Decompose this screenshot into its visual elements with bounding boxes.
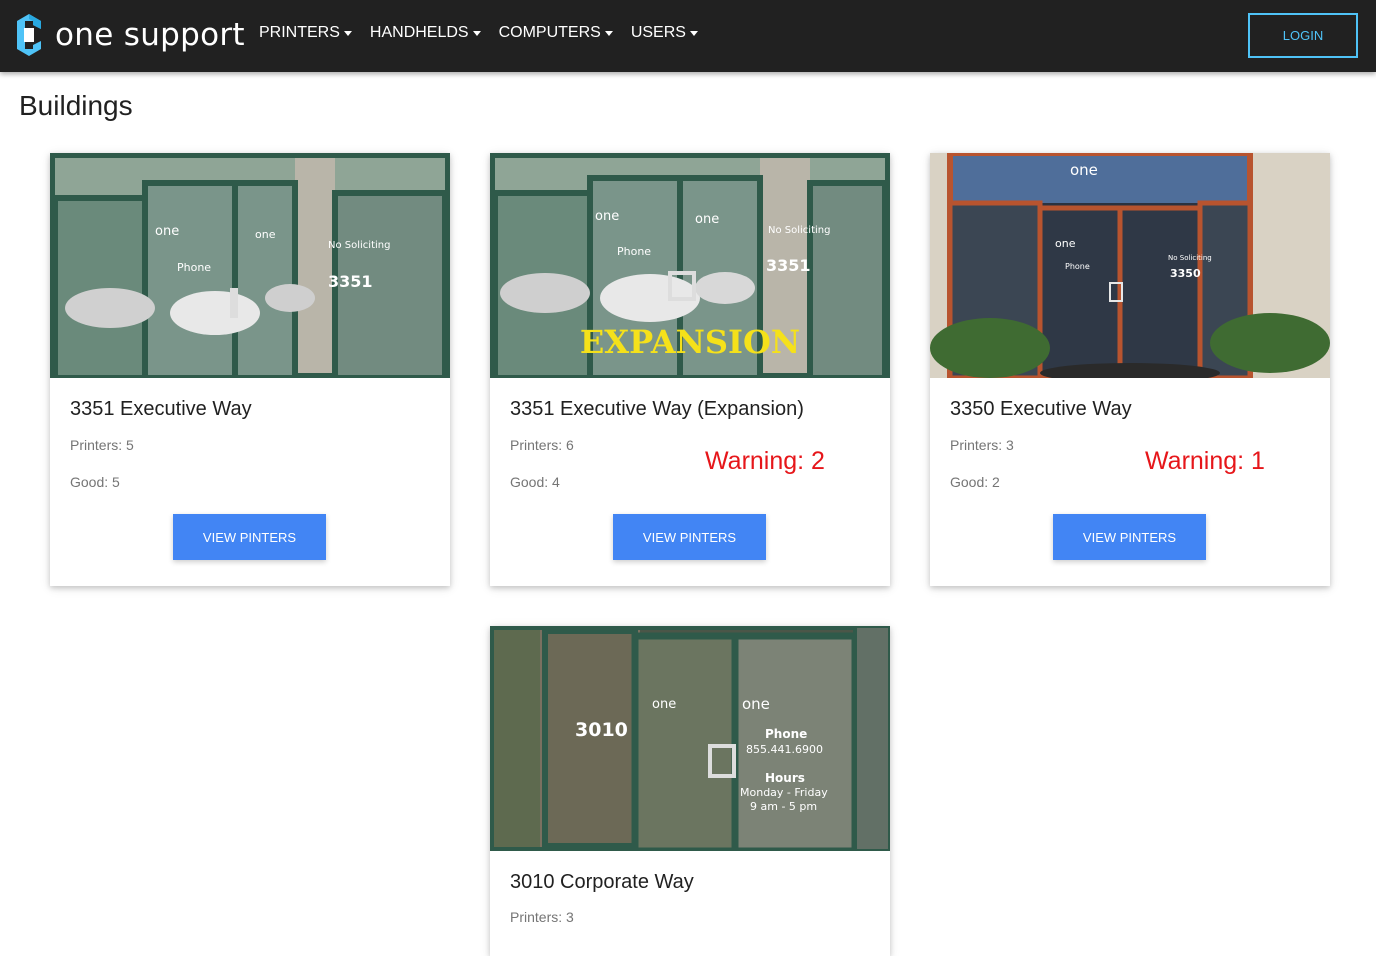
nav-handhelds-dropdown[interactable]: HANDHELDS bbox=[370, 24, 481, 42]
building-photo: 3010 one one Phone 855.441.6900 Hours Mo… bbox=[490, 626, 890, 851]
warning-count: Warning: 2 bbox=[705, 447, 825, 475]
building-photo: one one Phone No Soliciting 3350 bbox=[930, 153, 1330, 378]
photo-logo-text: one bbox=[742, 695, 770, 713]
nav-printers-label: PRINTERS bbox=[259, 24, 340, 41]
building-card: 3010 one one Phone 855.441.6900 Hours Mo… bbox=[490, 626, 890, 956]
nav-handhelds-label: HANDHELDS bbox=[369, 24, 469, 41]
photo-number-text: 3351 bbox=[766, 256, 811, 275]
photo-hours-time-text: 9 am - 5 pm bbox=[750, 800, 817, 813]
view-printers-button[interactable]: VIEW PINTERS bbox=[613, 514, 766, 560]
photo-logo-text: one bbox=[1055, 237, 1076, 250]
photo-number-text: 3010 bbox=[575, 719, 628, 741]
top-navbar: one support PRINTERS HANDHELDS COMPUTERS… bbox=[0, 0, 1376, 72]
photo-phone-text: Phone bbox=[1065, 262, 1090, 271]
photo-logo-text: one bbox=[695, 212, 719, 227]
photo-phone-text: Phone bbox=[177, 261, 211, 274]
warning-count: Warning: 1 bbox=[1145, 447, 1265, 475]
photo-phone-text: Phone bbox=[765, 727, 807, 741]
caret-down-icon bbox=[472, 30, 481, 36]
building-card: one one Phone No Soliciting 3351 3351 Ex… bbox=[50, 153, 450, 586]
good-count: Good: 2 bbox=[950, 474, 1000, 490]
printers-count: Printers: 3 bbox=[510, 909, 574, 925]
caret-down-icon bbox=[689, 30, 698, 36]
printers-count: Printers: 6 bbox=[510, 437, 574, 453]
building-photo: one one Phone No Soliciting 3351 bbox=[50, 153, 450, 378]
nav-users-dropdown[interactable]: USERS bbox=[631, 24, 698, 42]
brand-logo[interactable]: one support bbox=[16, 12, 245, 58]
photo-logo-text: one bbox=[155, 224, 179, 239]
photo-logo-text: one bbox=[595, 209, 619, 224]
nav-users-label: USERS bbox=[630, 24, 686, 41]
printers-count: Printers: 5 bbox=[70, 437, 134, 453]
printers-count: Printers: 3 bbox=[950, 437, 1014, 453]
photo-logo-text: one bbox=[652, 697, 676, 712]
photo-phone-text: Phone bbox=[617, 245, 651, 258]
photo-overlay-text: EXPANSION bbox=[580, 323, 800, 361]
view-printers-button[interactable]: VIEW PINTERS bbox=[173, 514, 326, 560]
brand-icon bbox=[17, 14, 41, 56]
good-count: Good: 5 bbox=[70, 474, 120, 490]
photo-number-text: 3351 bbox=[328, 272, 373, 291]
building-name: 3010 Corporate Way bbox=[510, 871, 694, 893]
page-title: Buildings bbox=[19, 90, 133, 121]
photo-sign-text: No Soliciting bbox=[1168, 254, 1212, 262]
nav-computers-label: COMPUTERS bbox=[498, 24, 601, 41]
photo-sign-text: No Soliciting bbox=[768, 225, 830, 236]
nav-computers-dropdown[interactable]: COMPUTERS bbox=[499, 24, 613, 42]
photo-hours-text: Hours bbox=[765, 771, 805, 785]
building-card: one one Phone No Soliciting 3350 3350 Ex… bbox=[930, 153, 1330, 586]
photo-logo-text: one bbox=[255, 228, 276, 241]
good-count: Good: 4 bbox=[510, 474, 560, 490]
caret-down-icon bbox=[604, 30, 613, 36]
view-printers-button[interactable]: VIEW PINTERS bbox=[1053, 514, 1206, 560]
photo-phone-number-text: 855.441.6900 bbox=[746, 743, 823, 756]
main-nav: PRINTERS HANDHELDS COMPUTERS USERS bbox=[259, 24, 716, 42]
photo-hours-days-text: Monday - Friday bbox=[740, 786, 828, 799]
login-button[interactable]: LOGIN bbox=[1248, 13, 1358, 58]
building-name: 3351 Executive Way bbox=[70, 398, 252, 420]
building-photo: one one Phone No Soliciting 3351 EXPANSI… bbox=[490, 153, 890, 378]
photo-logo-text: one bbox=[1070, 161, 1098, 179]
caret-down-icon bbox=[343, 30, 352, 36]
building-card: one one Phone No Soliciting 3351 EXPANSI… bbox=[490, 153, 890, 586]
brand-name: one support bbox=[55, 17, 245, 53]
building-name: 3351 Executive Way (Expansion) bbox=[510, 398, 804, 420]
photo-number-text: 3350 bbox=[1170, 267, 1201, 280]
photo-sign-text: No Soliciting bbox=[328, 240, 390, 251]
building-name: 3350 Executive Way bbox=[950, 398, 1132, 420]
nav-printers-dropdown[interactable]: PRINTERS bbox=[259, 24, 352, 42]
